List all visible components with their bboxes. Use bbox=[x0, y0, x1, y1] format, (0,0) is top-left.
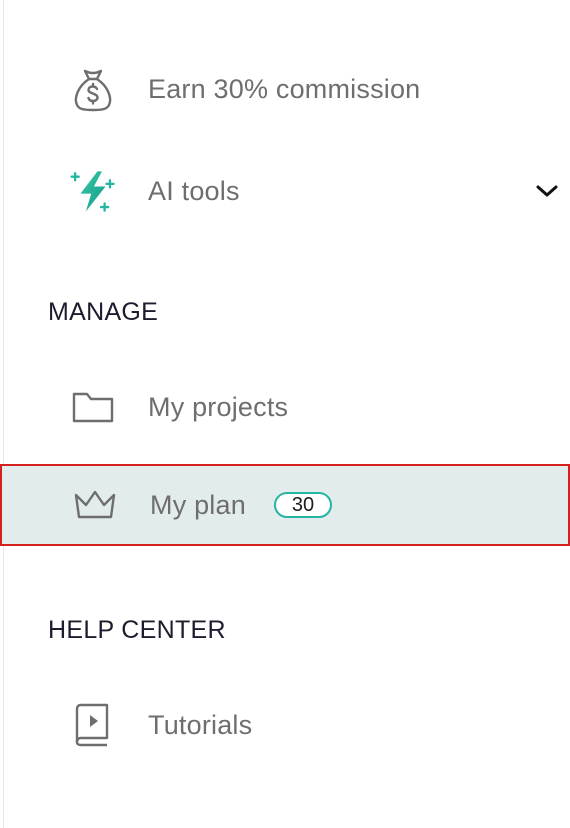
sidebar-item-label: My projects bbox=[148, 391, 289, 422]
sparkle-bolt-icon bbox=[68, 166, 118, 216]
sidebar-item-label: Earn 30% commission bbox=[148, 73, 421, 104]
sidebar-item-my-plan[interactable]: My plan 30 bbox=[0, 464, 570, 546]
section-heading-help-center: HELP CENTER bbox=[48, 616, 226, 644]
sidebar-item-label: AI tools bbox=[148, 175, 240, 206]
sidebar-item-label: Tutorials bbox=[148, 709, 253, 740]
chevron-down-icon[interactable] bbox=[532, 176, 562, 206]
folder-icon bbox=[68, 382, 118, 432]
sidebar-item-ai-tools[interactable]: AI tools bbox=[0, 152, 570, 230]
money-bag-icon bbox=[68, 64, 118, 114]
video-book-icon bbox=[68, 700, 118, 750]
sidebar-item-label: My plan bbox=[150, 489, 246, 520]
sidebar-item-my-projects[interactable]: My projects bbox=[0, 368, 570, 446]
count-badge: 30 bbox=[274, 492, 332, 518]
crown-icon bbox=[70, 480, 120, 530]
sidebar-item-earn-commission[interactable]: Earn 30% commission bbox=[0, 50, 570, 128]
section-heading-manage: MANAGE bbox=[48, 298, 159, 326]
sidebar-item-tutorials[interactable]: Tutorials bbox=[0, 686, 570, 764]
